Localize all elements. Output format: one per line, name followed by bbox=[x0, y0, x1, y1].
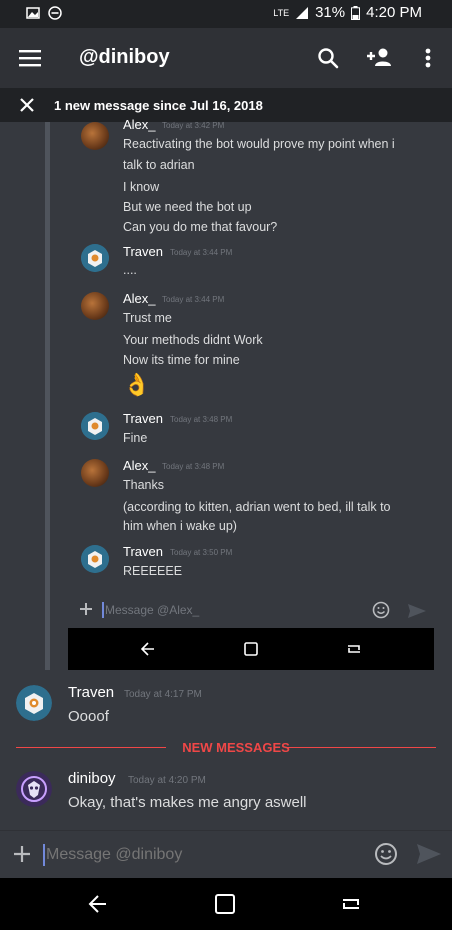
message-timestamp: Today at 3:44 PM bbox=[170, 248, 233, 257]
message-text: .... bbox=[123, 263, 137, 277]
message-text: Thanks bbox=[123, 478, 164, 492]
more-vertical-icon bbox=[425, 48, 431, 68]
message-author[interactable]: Traven bbox=[123, 544, 163, 559]
gallery-icon bbox=[26, 7, 40, 19]
message-timestamp: Today at 3:42 PM bbox=[162, 121, 225, 130]
menu-button[interactable] bbox=[16, 44, 44, 72]
message-text: Trust me bbox=[123, 311, 172, 325]
hamburger-icon bbox=[19, 50, 41, 67]
signal-icon bbox=[296, 6, 309, 19]
message-text: Now its time for mine bbox=[123, 353, 240, 367]
back-icon[interactable] bbox=[87, 893, 109, 915]
avatar[interactable] bbox=[81, 412, 109, 440]
close-icon[interactable] bbox=[18, 96, 36, 114]
avatar[interactable] bbox=[16, 685, 52, 721]
more-options-button[interactable] bbox=[414, 44, 442, 72]
embedded-input-placeholder: Message @Alex_ bbox=[105, 603, 200, 617]
message-text: But we need the bot up bbox=[123, 200, 252, 214]
message-input-bar bbox=[0, 830, 452, 878]
recents-icon bbox=[244, 642, 258, 656]
app-bar: @diniboy bbox=[0, 28, 452, 88]
back-icon bbox=[140, 642, 154, 656]
avatar[interactable] bbox=[81, 292, 109, 320]
message-text: talk to adrian bbox=[123, 158, 195, 172]
message-timestamp: Today at 4:17 PM bbox=[124, 689, 202, 700]
battery-icon bbox=[351, 5, 361, 20]
emoji-icon bbox=[372, 601, 390, 619]
quote-bar bbox=[45, 122, 50, 670]
robot-avatar-icon bbox=[81, 545, 109, 573]
add-friend-button[interactable] bbox=[366, 44, 394, 72]
do-not-disturb-icon bbox=[48, 6, 62, 20]
robot-avatar-icon bbox=[81, 412, 109, 440]
search-button[interactable] bbox=[314, 44, 342, 72]
send-icon bbox=[408, 604, 426, 618]
send-icon[interactable] bbox=[416, 843, 442, 865]
add-user-icon bbox=[367, 48, 391, 66]
robot-avatar-icon bbox=[16, 685, 52, 721]
message-text: him when i wake up) bbox=[123, 519, 237, 533]
message-input[interactable] bbox=[46, 841, 356, 869]
user-avatar-icon bbox=[16, 771, 52, 807]
robot-avatar-icon bbox=[81, 244, 109, 272]
page-title: @diniboy bbox=[79, 46, 170, 68]
text-cursor bbox=[43, 844, 45, 866]
status-bar: LTE 31% 4:20 PM bbox=[0, 0, 452, 28]
message-text: Fine bbox=[123, 431, 148, 445]
avatar[interactable] bbox=[81, 459, 109, 487]
avatar[interactable] bbox=[81, 545, 109, 573]
plus-icon bbox=[80, 603, 92, 615]
message-timestamp: Today at 4:20 PM bbox=[128, 775, 206, 786]
ok-hand-emoji: 👌 bbox=[123, 372, 151, 397]
message-author[interactable]: Traven bbox=[123, 244, 163, 259]
avatar[interactable] bbox=[81, 244, 109, 272]
network-type: LTE bbox=[273, 7, 290, 18]
system-nav-bar bbox=[0, 878, 452, 930]
banner-text: 1 new message since Jul 16, 2018 bbox=[54, 98, 263, 113]
message-text: Your methods didnt Work bbox=[123, 333, 263, 347]
divider-label: NEW MESSAGES bbox=[182, 740, 290, 755]
switch-app-icon bbox=[348, 645, 360, 653]
clock: 4:20 PM bbox=[366, 4, 422, 21]
message-author[interactable]: Traven bbox=[123, 411, 163, 426]
search-icon bbox=[318, 48, 339, 69]
new-messages-divider: NEW MESSAGES bbox=[16, 738, 436, 758]
recents-icon[interactable] bbox=[214, 893, 236, 915]
avatar[interactable] bbox=[16, 771, 52, 807]
embedded-screenshot[interactable]: Alex_ Today at 3:42 PM Reactivating the … bbox=[0, 117, 452, 674]
message-timestamp: Today at 3:50 PM bbox=[170, 548, 233, 557]
message-text: Oooof bbox=[68, 708, 109, 725]
message-author[interactable]: Alex_ bbox=[123, 117, 156, 132]
emoji-icon[interactable] bbox=[374, 842, 398, 866]
message-text: Can you do me that favour? bbox=[123, 220, 278, 234]
message-timestamp: Today at 3:44 PM bbox=[162, 295, 225, 304]
message-timestamp: Today at 3:48 PM bbox=[162, 462, 225, 471]
message-author[interactable]: Traven bbox=[68, 684, 114, 701]
message-timestamp: Today at 3:48 PM bbox=[170, 415, 233, 424]
message-text: Okay, that's makes me angry aswell bbox=[68, 794, 307, 811]
message-text: (according to kitten, adrian went to bed… bbox=[123, 500, 391, 514]
message-author[interactable]: diniboy bbox=[68, 770, 116, 787]
message-author[interactable]: Alex_ bbox=[123, 291, 156, 306]
embedded-message-input-bar: Message @Alex_ bbox=[68, 596, 434, 626]
message-author[interactable]: Alex_ bbox=[123, 458, 156, 473]
switch-app-icon[interactable] bbox=[340, 893, 362, 915]
message-text: REEEEEE bbox=[123, 564, 183, 578]
avatar[interactable] bbox=[81, 122, 109, 150]
add-attachment-icon[interactable] bbox=[13, 845, 31, 863]
battery-percent: 31% bbox=[315, 4, 346, 21]
message-text: Reactivating the bot would prove my poin… bbox=[123, 137, 395, 151]
new-message-banner[interactable]: 1 new message since Jul 16, 2018 bbox=[0, 88, 452, 122]
message-text: I know bbox=[123, 180, 160, 194]
embedded-nav-bar bbox=[68, 628, 434, 670]
